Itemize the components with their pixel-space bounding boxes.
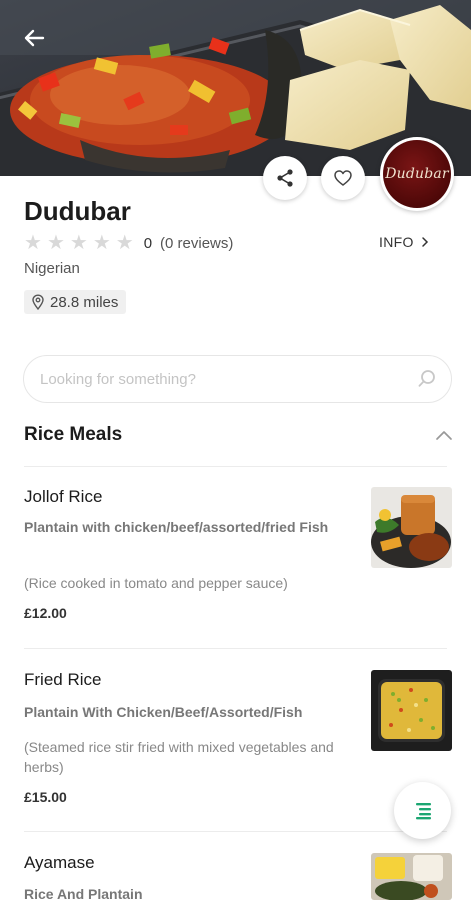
distance-value: 28.8 miles <box>50 293 119 311</box>
search-input[interactable]: Looking for something? <box>23 355 452 403</box>
favorite-button[interactable] <box>321 156 365 200</box>
star-rating: ★ ★ ★ ★ ★ <box>24 232 134 254</box>
arrow-left-icon <box>24 29 45 47</box>
restaurant-name: Dudubar <box>24 196 131 226</box>
logo-emblem: Dudubar <box>383 140 451 208</box>
item-price: £15.00 <box>24 789 67 805</box>
star-icon: ★ <box>46 232 65 254</box>
restaurant-logo: Dudubar <box>380 137 454 211</box>
item-subtitle: Rice And Plantain <box>24 886 143 900</box>
heart-icon <box>334 170 352 186</box>
item-divider <box>24 831 447 832</box>
back-button[interactable] <box>18 22 50 54</box>
search-placeholder: Looking for something? <box>40 370 196 388</box>
item-price: £12.00 <box>24 605 67 621</box>
chevron-up-icon[interactable] <box>434 428 454 442</box>
share-button[interactable] <box>263 156 307 200</box>
share-icon <box>277 169 293 187</box>
section-title: Rice Meals <box>24 424 123 445</box>
search-icon[interactable] <box>417 369 437 389</box>
info-link[interactable]: INFO <box>379 234 430 250</box>
item-name: Fried Rice <box>24 670 102 689</box>
item-subtitle: Plantain With Chicken/Beef/Assorted/Fish <box>24 704 303 720</box>
jollof-rice-photo <box>371 487 452 568</box>
item-image-ayamase <box>371 853 452 900</box>
item-image-jollof-rice <box>371 487 452 568</box>
review-count[interactable]: (0 reviews) <box>160 235 233 252</box>
section-header-rice-meals[interactable]: Rice Meals <box>24 424 454 446</box>
item-name: Jollof Rice <box>24 487 103 506</box>
menu-categories-button[interactable] <box>394 782 451 839</box>
star-icon: ★ <box>115 232 134 254</box>
item-description: (Steamed rice stir fried with mixed vege… <box>24 739 334 775</box>
item-image-fried-rice <box>371 670 452 751</box>
info-label: INFO <box>379 234 414 250</box>
chevron-right-icon <box>421 237 428 247</box>
item-subtitle: Plantain with chicken/beef/assorted/frie… <box>24 519 329 535</box>
item-divider <box>24 648 447 649</box>
star-icon: ★ <box>92 232 111 254</box>
ayamase-photo <box>371 853 452 900</box>
star-icon: ★ <box>69 232 88 254</box>
rating-value: 0 <box>143 234 153 252</box>
map-pin-icon <box>32 294 44 310</box>
rating-row: ★ ★ ★ ★ ★ 0 (0 reviews) <box>24 232 233 254</box>
item-description: (Rice cooked in tomato and pepper sauce) <box>24 575 288 591</box>
logo-text: Dudubar <box>385 166 449 182</box>
distance-badge: 28.8 miles <box>24 290 127 314</box>
fried-rice-photo <box>371 670 452 751</box>
section-divider <box>24 466 447 467</box>
star-icon: ★ <box>24 232 42 254</box>
item-name: Ayamase <box>24 853 95 872</box>
list-icon <box>415 802 431 819</box>
cuisine-label: Nigerian <box>24 260 80 277</box>
